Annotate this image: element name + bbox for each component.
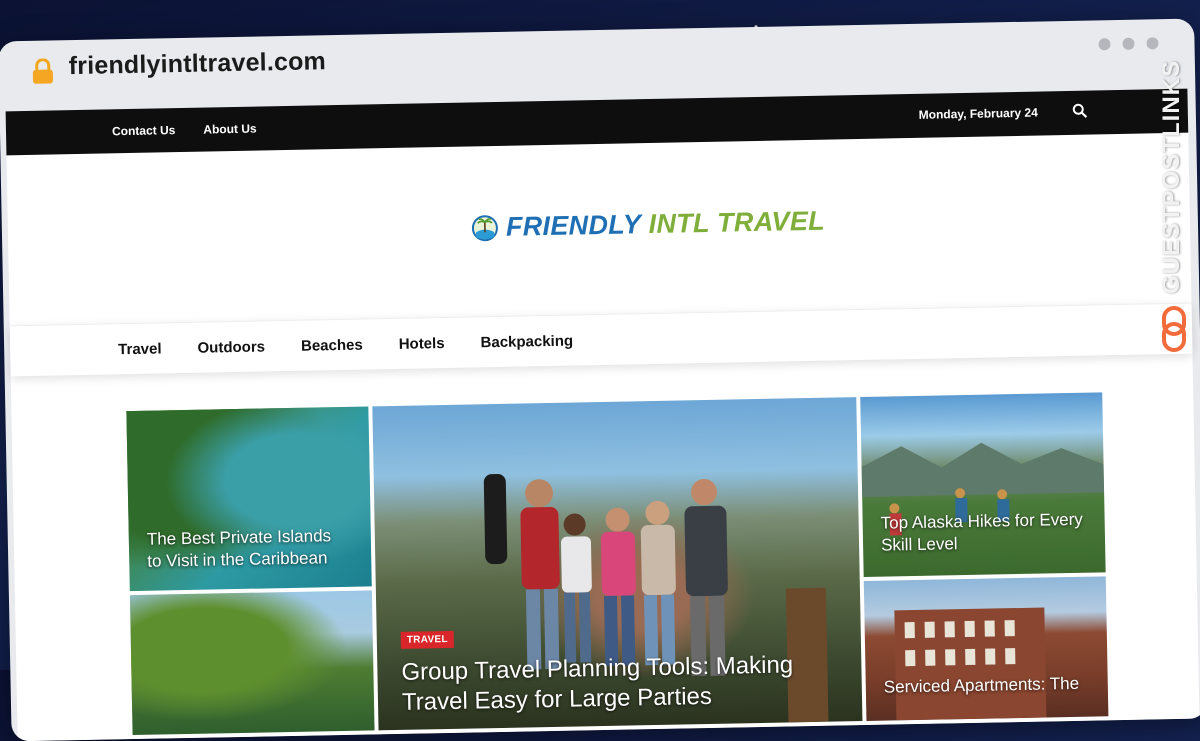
watermark-text: GUESTPOSTLINKS [1158, 60, 1185, 295]
screenshot-stage: friendlyintltravel.com Contact Us About … [0, 0, 1200, 741]
nav-item-outdoors[interactable]: Outdoors [197, 338, 265, 356]
watermark-badge: GUESTPOSTLINKS [1156, 60, 1192, 360]
contact-us-link[interactable]: Contact Us [112, 123, 176, 138]
nav-item-beaches[interactable]: Beaches [301, 336, 363, 354]
logo-text: FRIENDLY INTL TRAVEL [506, 206, 826, 243]
browser-window: friendlyintltravel.com Contact Us About … [0, 18, 1200, 741]
post-title[interactable]: The Best Private Islands to Visit in the… [147, 525, 348, 573]
logo-area: FRIENDLY INTL TRAVEL [6, 133, 1191, 326]
post-card-alaska[interactable]: Top Alaska Hikes for Every Skill Level [860, 392, 1106, 577]
top-nav: Contact Us About Us [112, 107, 257, 154]
search-icon[interactable] [1072, 103, 1088, 119]
web-page: Contact Us About Us Monday, February 24 [5, 88, 1200, 741]
post-card-caribbean[interactable]: The Best Private Islands to Visit in the… [126, 406, 372, 592]
window-dot[interactable] [1146, 37, 1159, 50]
building-illustration [894, 607, 1047, 721]
post-title[interactable]: Serviced Apartments: The [884, 672, 1104, 698]
post-card-group-travel[interactable]: TRAVEL Group Travel Planning Tools: Maki… [372, 397, 863, 731]
logo-word-intl-travel: INTL TRAVEL [648, 205, 826, 240]
globe-palm-icon [471, 214, 498, 241]
current-date: Monday, February 24 [918, 105, 1038, 122]
post-card-landscape[interactable] [129, 590, 375, 736]
nav-item-travel[interactable]: Travel [118, 340, 162, 358]
logo-word-friendly: FRIENDLY [505, 209, 642, 242]
site-logo[interactable]: FRIENDLY INTL TRAVEL [470, 206, 826, 244]
address-bar-url[interactable]: friendlyintltravel.com [68, 47, 326, 81]
lock-icon [32, 58, 54, 84]
post-card-apartments[interactable]: Serviced Apartments: The [863, 576, 1109, 721]
window-controls [1098, 37, 1159, 51]
window-dot[interactable] [1098, 38, 1111, 51]
featured-posts-grid: The Best Private Islands to Visit in the… [126, 392, 1109, 736]
post-title[interactable]: Top Alaska Hikes for Every Skill Level [880, 509, 1091, 557]
nav-item-hotels[interactable]: Hotels [399, 334, 445, 352]
about-us-link[interactable]: About Us [203, 122, 257, 137]
feature-post-title[interactable]: Group Travel Planning Tools: Making Trav… [401, 649, 842, 717]
window-dot[interactable] [1122, 37, 1135, 50]
link-icon [1162, 306, 1186, 352]
nav-item-backpacking[interactable]: Backpacking [480, 332, 573, 351]
category-badge[interactable]: TRAVEL [400, 630, 455, 649]
